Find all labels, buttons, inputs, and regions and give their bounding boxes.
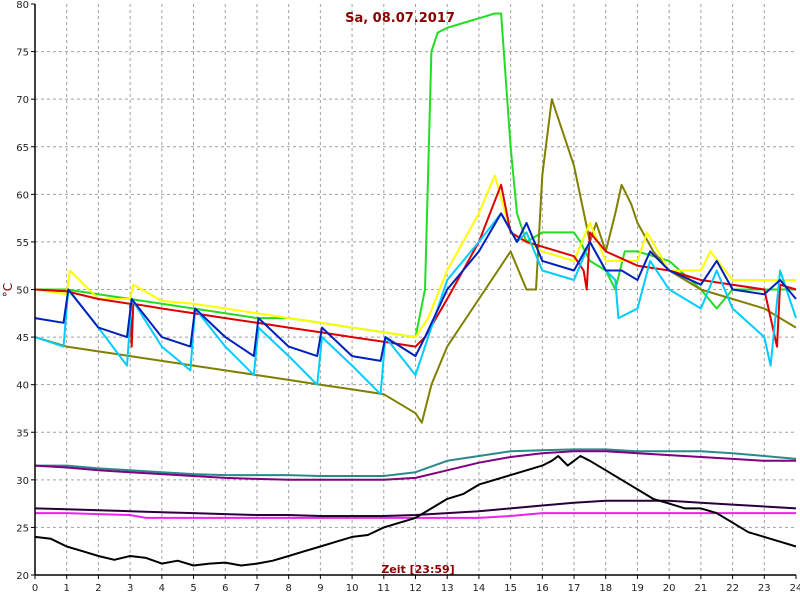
y-tick-label: 80 [16,0,29,11]
chart-container: 0 1 2 3 4 5 6 7 8 9 10 11 12 13 14 15 16 17 18 19 20 21 22 23 24… [0,0,800,600]
x-tick-label: 18 [599,583,612,594]
x-tick-label: 1 [64,583,70,594]
x-tick-label: 5 [190,583,196,594]
y-tick-label: 35 [16,428,29,439]
x-tick-label: 24 [790,583,800,594]
x-tick-label: 17 [568,583,581,594]
x-tick-label: 6 [222,583,228,594]
x-tick-label: 3 [127,583,133,594]
y-tick-label: 60 [16,190,29,201]
x-tick-label: 11 [377,583,390,594]
x-tick-label: 19 [631,583,644,594]
y-tick-label: 55 [16,238,29,249]
x-tick-label: 7 [254,583,260,594]
x-tick-label: 8 [285,583,291,594]
y-tick-label: 70 [16,95,29,106]
x-axis-label: Zeit [23:59] [381,563,454,576]
chart-title: Sa, 08.07.2017 [345,11,455,26]
y-tick-label: 50 [16,286,29,297]
y-tick-label: 65 [16,143,29,154]
y-tick-label: 20 [16,571,29,582]
temperature-chart: 0 1 2 3 4 5 6 7 8 9 10 11 12 13 14 15 16 17 18 19 20 21 22 23 24… [1,0,800,594]
x-tick-label: 2 [95,583,101,594]
x-tick-label: 16 [536,583,549,594]
x-tick-label: 10 [346,583,359,594]
x-tick-label: 22 [726,583,739,594]
y-tick-label: 30 [16,476,29,487]
x-tick-label: 20 [663,583,676,594]
x-tick-label: 12 [409,583,422,594]
x-tick-label: 0 [32,583,38,594]
y-tick-label: 75 [16,48,29,59]
y-axis-label: °C [1,283,15,297]
y-tick-label: 40 [16,381,29,392]
x-tick-label: 9 [317,583,323,594]
x-tick-label: 4 [159,583,165,594]
x-tick-label: 15 [504,583,517,594]
x-tick-label: 23 [758,583,771,594]
x-tick-label: 14 [473,583,486,594]
x-tick-label: 21 [695,583,708,594]
y-tick-label: 45 [16,333,29,344]
x-tick-label: 13 [441,583,454,594]
y-tick-label: 25 [16,523,29,534]
